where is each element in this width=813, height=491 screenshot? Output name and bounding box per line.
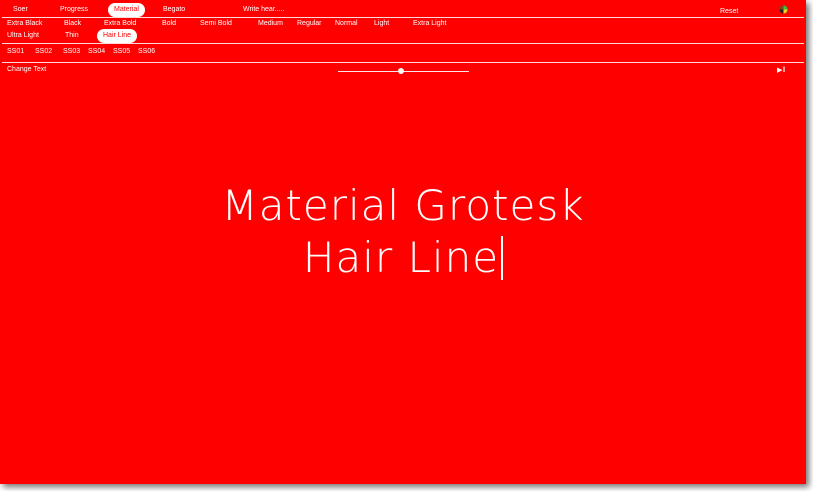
weights-row-2: Ultra Light Thin Hair Line	[0, 29, 806, 43]
play-pause-icon[interactable]: ▶‖	[777, 67, 785, 75]
color-wheel-icon[interactable]	[779, 5, 788, 14]
stylistic-sets-row: SS01 SS02 SS03 SS04 SS05 SS06	[0, 45, 806, 59]
tab-soer[interactable]: Soer	[13, 3, 28, 17]
top-bar: Soer Progress Material Begato Write hear…	[0, 3, 806, 17]
size-slider-thumb[interactable]	[397, 68, 404, 74]
stylistic-set-ss03[interactable]: SS03	[63, 45, 80, 59]
tab-begato[interactable]: Begato	[163, 3, 185, 17]
stylistic-set-ss01[interactable]: SS01	[7, 45, 24, 59]
weight-hair-line[interactable]: Hair Line	[97, 29, 138, 43]
weight-thin[interactable]: Thin	[65, 29, 79, 43]
weight-ultra-light[interactable]: Ultra Light	[7, 29, 39, 43]
text-cursor	[501, 236, 504, 280]
tab-progress[interactable]: Progress	[60, 3, 88, 17]
preview-text[interactable]: Material Grotesk Hair Line	[0, 180, 806, 284]
stylistic-set-ss06[interactable]: SS06	[138, 45, 155, 59]
stylistic-set-ss04[interactable]: SS04	[88, 45, 105, 59]
write-here-input[interactable]: Write hear.....	[243, 3, 285, 17]
divider	[2, 43, 804, 44]
change-text-button[interactable]: Change Text	[7, 63, 46, 77]
font-tester-app: Soer Progress Material Begato Write hear…	[0, 0, 806, 484]
preview-line-2-text: Hair Line	[302, 233, 500, 282]
stylistic-set-ss05[interactable]: SS05	[113, 45, 130, 59]
preview-line-1: Material Grotesk	[221, 181, 585, 230]
tab-material[interactable]: Material	[108, 3, 145, 17]
preview-line-2: Hair Line	[0, 232, 806, 284]
stylistic-set-ss02[interactable]: SS02	[35, 45, 52, 59]
